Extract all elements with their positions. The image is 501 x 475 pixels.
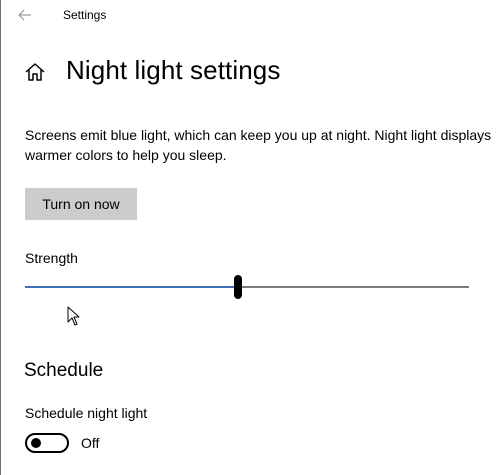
toggle-state-text: Off [81,435,100,451]
mouse-pointer-icon [67,306,81,331]
strength-slider[interactable] [25,274,469,300]
window-left-border [0,0,1,475]
page-description: Screens emit blue light, which can keep … [25,127,492,163]
page-title: Night light settings [66,55,281,85]
schedule-night-light-toggle[interactable] [25,433,69,453]
home-icon [25,63,45,81]
schedule-heading: Schedule [24,360,104,381]
turn-on-now-button[interactable]: Turn on now [25,188,137,220]
window-title: Settings [63,8,107,22]
slider-fill [25,286,239,288]
title-bar: Settings [0,0,501,32]
strength-label: Strength [25,250,78,266]
slider-thumb[interactable] [234,275,243,299]
back-arrow-icon [18,9,31,21]
toggle-knob [31,438,41,448]
home-button[interactable] [22,59,48,85]
back-button[interactable] [12,2,38,28]
schedule-night-light-label: Schedule night light [25,405,148,421]
